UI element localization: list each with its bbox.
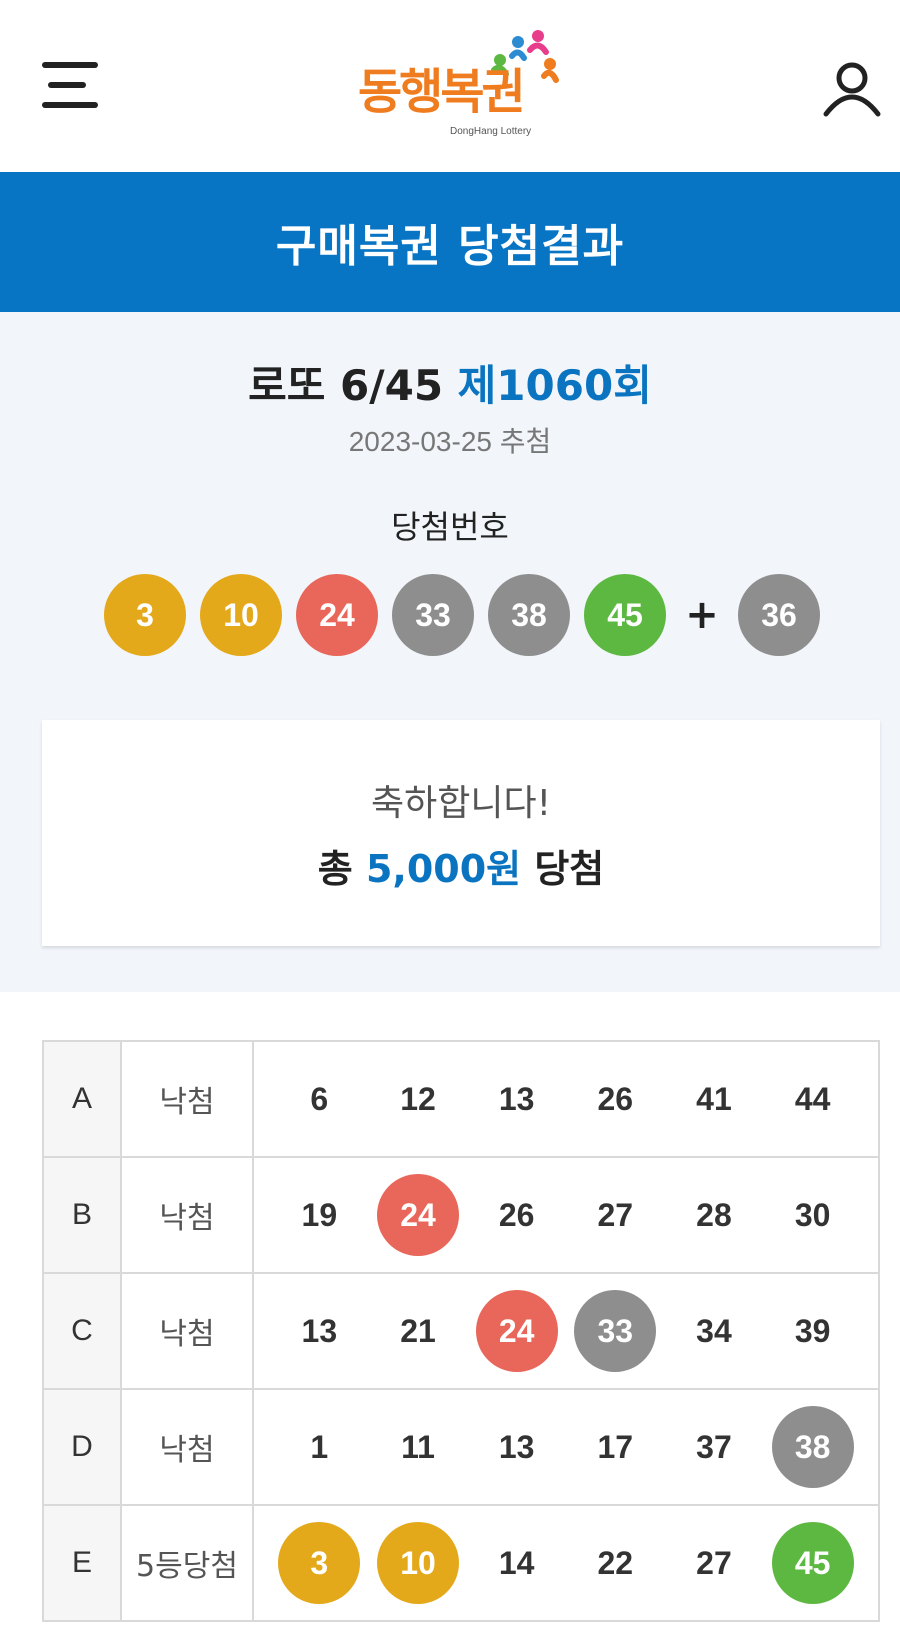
game-name: 로또 6/45 <box>248 361 444 410</box>
ticket-row: A 낙첨 6 12 13 26 41 44 <box>42 1040 880 1158</box>
ticket-numbers: 3 10 14 22 27 45 <box>252 1504 880 1622</box>
ticket-status: 낙첨 <box>120 1388 254 1506</box>
ticket-number: 1 <box>310 1428 329 1465</box>
ticket-number: 14 <box>498 1544 535 1581</box>
ticket-numbers-row: 13 21 24 33 34 39 <box>254 1290 878 1372</box>
menu-line <box>48 82 86 88</box>
ticket-status: 낙첨 <box>120 1040 254 1158</box>
winning-number-ball: 24 <box>296 574 378 656</box>
ticket-numbers-row: 1 11 13 17 37 38 <box>254 1406 878 1488</box>
ticket-number: 13 <box>301 1312 338 1349</box>
user-icon[interactable] <box>822 58 882 118</box>
draw-round: 제1060회 <box>457 361 652 410</box>
ticket-id: D <box>42 1388 122 1506</box>
bonus-number-ball: 36 <box>738 574 820 656</box>
winning-number-ball: 38 <box>488 574 570 656</box>
ticket-number: 13 <box>498 1080 535 1117</box>
menu-icon[interactable] <box>42 62 98 110</box>
matched-number-ball: 45 <box>771 1522 854 1604</box>
ticket-number: 11 <box>401 1428 435 1465</box>
matched-number-ball: 24 <box>475 1290 558 1372</box>
winning-number-ball: 33 <box>392 574 474 656</box>
ticket-number: 6 <box>310 1080 329 1117</box>
ticket-id: C <box>42 1272 122 1390</box>
logo-subtitle: DongHang Lottery <box>450 126 532 137</box>
matched-number-ball: 38 <box>771 1406 854 1488</box>
page-banner: 구매복권 당첨결과 <box>0 172 900 312</box>
ticket-number: 41 <box>696 1080 732 1117</box>
winning-number-ball: 10 <box>200 574 282 656</box>
matched-number-ball: 3 <box>278 1522 361 1604</box>
matched-number-ball: 33 <box>574 1290 657 1372</box>
ticket-row: E 5등당첨 3 10 14 22 27 45 <box>42 1504 880 1622</box>
ticket-status: 낙첨 <box>120 1272 254 1390</box>
ticket-numbers: 13 21 24 33 34 39 <box>252 1272 880 1390</box>
matched-number-ball: 10 <box>376 1522 459 1604</box>
ticket-number: 27 <box>597 1196 634 1233</box>
ticket-number: 27 <box>696 1544 732 1581</box>
ticket-number: 13 <box>498 1428 535 1465</box>
draw-date: 2023-03-25 추첨 <box>348 426 552 457</box>
ticket-id: A <box>42 1040 122 1158</box>
ticket-row: D 낙첨 1 11 13 17 37 38 <box>42 1388 880 1506</box>
ticket-number: 34 <box>696 1312 732 1349</box>
draw-title: 로또 6/45 제1060회 <box>0 352 900 413</box>
ticket-number: 37 <box>696 1428 732 1465</box>
congrats-text: 축하합니다! <box>370 783 552 824</box>
bonus-plus-sign: + <box>685 592 719 638</box>
winning-number-ball: 45 <box>584 574 666 656</box>
ticket-numbers-row: 19 24 26 27 28 30 <box>254 1174 878 1256</box>
ticket-status: 낙첨 <box>120 1156 254 1274</box>
ticket-number: 28 <box>696 1196 732 1233</box>
ticket-status: 5등당첨 <box>120 1504 254 1622</box>
ticket-table: A 낙첨 6 12 13 26 41 44 B 낙첨 19 24 26 27 28 30 C 낙첨 13 21 24 33… <box>42 1040 880 1622</box>
draw-summary: 로또 6/45 제1060회 2023-03-25 추첨 당첨번호 3 10 24 3… <box>0 312 900 992</box>
ticket-id: B <box>42 1156 122 1274</box>
ticket-number: 19 <box>301 1196 338 1233</box>
ticket-number: 26 <box>498 1196 535 1233</box>
ticket-number: 22 <box>597 1544 634 1581</box>
ticket-number: 26 <box>597 1080 634 1117</box>
winning-number-ball: 3 <box>104 574 186 656</box>
ticket-number: 12 <box>400 1080 436 1117</box>
menu-line <box>42 62 98 68</box>
ticket-row: C 낙첨 13 21 24 33 34 39 <box>42 1272 880 1390</box>
logo[interactable]: 동행복권 DongHang Lottery <box>350 28 570 146</box>
ticket-row: B 낙첨 19 24 26 27 28 30 <box>42 1156 880 1274</box>
ticket-number: 39 <box>794 1312 831 1349</box>
logo-text: 동행복권 <box>358 68 526 116</box>
result-card: 축하합니다! 총 5,000원 당첨 <box>42 720 880 946</box>
logo-text-label: 동행복권 <box>358 64 526 120</box>
total-suffix: 당첨 <box>534 847 605 891</box>
ticket-numbers: 6 12 13 26 41 44 <box>252 1040 880 1158</box>
total-prize: 총 5,000원 당첨 <box>42 838 880 893</box>
ticket-numbers: 19 24 26 27 28 30 <box>252 1156 880 1274</box>
page-title: 구매복권 당첨결과 <box>275 221 625 272</box>
menu-line <box>42 102 98 108</box>
matched-number-ball: 24 <box>376 1174 459 1256</box>
total-prefix: 총 <box>317 847 353 891</box>
app-header: 동행복권 DongHang Lottery <box>0 0 900 172</box>
prize-amount: 5,000원 <box>365 847 522 891</box>
ticket-number: 30 <box>794 1196 831 1233</box>
ticket-numbers-row: 3 10 14 22 27 45 <box>254 1522 878 1604</box>
ticket-numbers: 1 11 13 17 37 38 <box>252 1388 880 1506</box>
winning-numbers-label: 당첨번호 <box>391 508 509 546</box>
ticket-number: 44 <box>794 1080 831 1117</box>
ticket-numbers-row: 6 12 13 26 41 44 <box>254 1058 878 1140</box>
ticket-id: E <box>42 1504 122 1622</box>
winning-numbers: 3 10 24 33 38 45 +36 <box>104 574 834 656</box>
ticket-number: 17 <box>597 1428 634 1465</box>
ticket-number: 21 <box>400 1312 436 1349</box>
